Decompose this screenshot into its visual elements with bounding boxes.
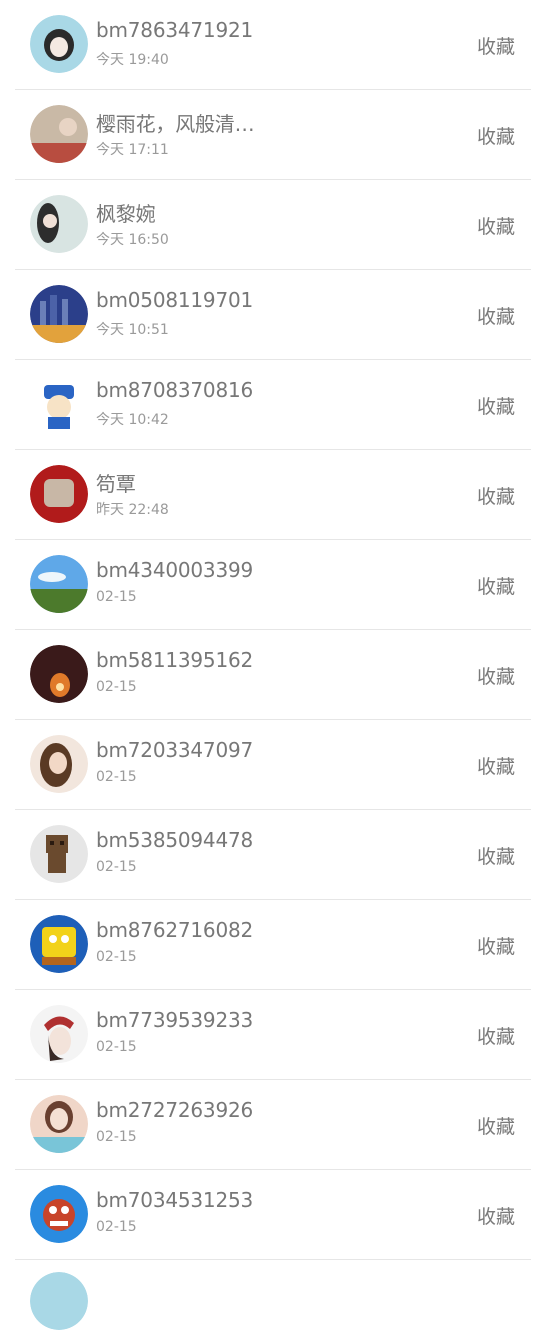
avatar-image [30,1185,88,1243]
contact-time: 02-15 [96,859,137,875]
favorite-button[interactable]: 收藏 [477,32,515,59]
list-item[interactable]: bm8762716082 02-15 收藏 [15,900,531,990]
contact-name: 枫黎婉 [96,202,156,226]
avatar-image [30,285,88,343]
favorite-button[interactable]: 收藏 [477,752,515,779]
list-item[interactable]: bm7863471921 今天 19:40 收藏 [15,0,531,90]
contact-name: bm4340003399 [96,558,254,582]
avatar-image [30,15,88,73]
favorite-button[interactable]: 收藏 [477,662,515,689]
avatar[interactable] [30,195,88,253]
avatar[interactable] [30,465,88,523]
avatar-image [30,1095,88,1153]
contact-time: 今天 17:11 [96,142,169,158]
contact-time: 02-15 [96,1219,137,1235]
avatar-image [30,105,88,163]
list-item[interactable]: 枫黎婉 今天 16:50 收藏 [15,180,531,270]
favorite-button[interactable]: 收藏 [477,302,515,329]
favorite-button[interactable]: 收藏 [477,482,515,509]
contact-name: bm7203347097 [96,738,254,762]
avatar[interactable] [30,1005,88,1063]
favorite-button[interactable]: 收藏 [477,572,515,599]
avatar[interactable] [30,645,88,703]
contact-name: bm2727263926 [96,1098,254,1122]
avatar[interactable] [30,1095,88,1153]
contact-time: 今天 16:50 [96,232,169,248]
avatar-image [30,465,88,523]
contact-time: 02-15 [96,769,137,785]
list-item[interactable]: 樱雨花，风般清… 今天 17:11 收藏 [15,90,531,180]
avatar-image [30,1005,88,1063]
contact-name: 樱雨花，风般清… [96,112,255,136]
favorite-button[interactable]: 收藏 [477,122,515,149]
avatar[interactable] [30,825,88,883]
favorite-button[interactable]: 收藏 [477,1202,515,1229]
list-item[interactable]: bm8708370816 今天 10:42 收藏 [15,360,531,450]
contact-time: 02-15 [96,1039,137,1055]
list-item-partial[interactable] [15,1260,531,1330]
avatar-image [30,645,88,703]
avatar-image [30,555,88,613]
avatar[interactable] [30,735,88,793]
contact-list: bm7863471921 今天 19:40 收藏 樱雨花，风般清… 今天 17:… [0,0,546,1330]
contact-time: 今天 10:42 [96,412,169,428]
list-item[interactable]: bm7203347097 02-15 收藏 [15,720,531,810]
avatar[interactable] [30,915,88,973]
list-item[interactable]: bm0508119701 今天 10:51 收藏 [15,270,531,360]
contact-time: 今天 19:40 [96,52,169,68]
contact-time: 02-15 [96,679,137,695]
avatar[interactable] [30,15,88,73]
favorite-button[interactable]: 收藏 [477,842,515,869]
favorite-button[interactable]: 收藏 [477,212,515,239]
favorite-button[interactable]: 收藏 [477,932,515,959]
list-item[interactable]: bm4340003399 02-15 收藏 [15,540,531,630]
avatar[interactable] [30,105,88,163]
avatar-image [30,915,88,973]
list-item[interactable]: bm7739539233 02-15 收藏 [15,990,531,1080]
avatar-image [30,195,88,253]
contact-time: 昨天 22:48 [96,502,169,518]
avatar[interactable] [30,285,88,343]
contact-name: bm8708370816 [96,378,254,402]
list-item[interactable]: 笱覃 昨天 22:48 收藏 [15,450,531,540]
contact-name: bm8762716082 [96,918,254,942]
favorite-button[interactable]: 收藏 [477,1112,515,1139]
avatar-image [30,825,88,883]
list-item[interactable]: bm5811395162 02-15 收藏 [15,630,531,720]
avatar[interactable] [30,375,88,433]
contact-name: bm5385094478 [96,828,254,852]
list-item[interactable]: bm7034531253 02-15 收藏 [15,1170,531,1260]
contact-name: bm7863471921 [96,18,254,42]
contact-name: bm5811395162 [96,648,254,672]
favorite-button[interactable]: 收藏 [477,392,515,419]
contact-name: bm7739539233 [96,1008,254,1032]
contact-time: 今天 10:51 [96,322,169,338]
list-item[interactable]: bm5385094478 02-15 收藏 [15,810,531,900]
avatar[interactable] [30,555,88,613]
contact-time: 02-15 [96,589,137,605]
avatar-image [30,1272,88,1330]
contact-name: bm0508119701 [96,288,254,312]
contact-name: bm7034531253 [96,1188,254,1212]
avatar[interactable] [30,1185,88,1243]
avatar-image [30,375,88,433]
avatar[interactable] [30,1272,88,1330]
list-item[interactable]: bm2727263926 02-15 收藏 [15,1080,531,1170]
contact-time: 02-15 [96,1129,137,1145]
contact-time: 02-15 [96,949,137,965]
contact-name: 笱覃 [96,472,136,496]
avatar-image [30,735,88,793]
favorite-button[interactable]: 收藏 [477,1022,515,1049]
